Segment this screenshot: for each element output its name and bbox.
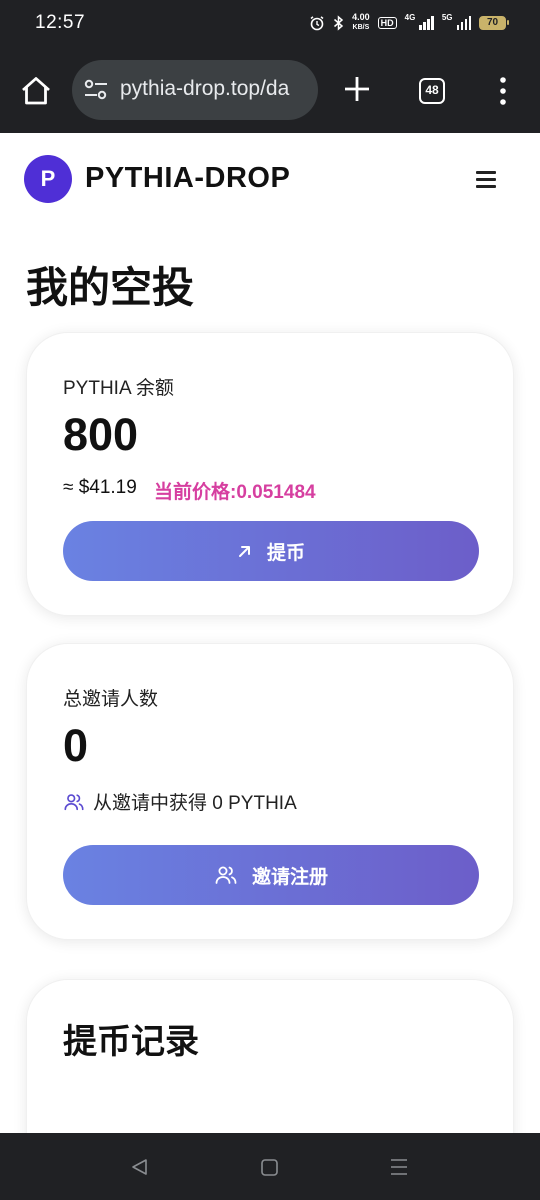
withdraw-button-label: 提币 [266,542,305,564]
browser-toolbar: pythia-drop.top/da 48 [0,46,540,133]
site-header: P PYTHIA-DROP [0,133,540,229]
page-title: 我的空投 [26,264,195,311]
bluetooth-icon [334,14,344,31]
invite-earnings: 从邀请中获得 0 PYTHIA [63,788,297,815]
arrow-up-right-icon [238,546,250,557]
invite-label: 总邀请人数 [63,689,159,710]
tune-icon[interactable] [84,79,108,101]
invite-count: 0 [63,720,89,771]
status-bar: 12:57 4.00 KB/S HD 4G 5G 70 [0,0,540,46]
invite-earnings-text: 从邀请中获得 0 PYTHIA [93,793,297,814]
recents-icon[interactable] [389,1157,409,1177]
back-icon[interactable] [130,1157,150,1177]
network-type-1: 4G [404,13,416,22]
tabs-icon[interactable]: 48 [419,78,445,104]
invite-register-button[interactable]: 邀请注册 [63,845,479,905]
invite-card: 总邀请人数 0 从邀请中获得 0 PYTHIA 邀请注册 [26,643,514,940]
status-icons: 4.00 KB/S HD 4G 5G 70 [309,13,509,32]
brand-name[interactable]: PYTHIA-DROP [85,162,290,195]
plus-icon[interactable] [340,72,374,106]
signal-icon-2 [456,15,471,30]
current-price: 当前价格:0.051484 [154,482,316,503]
logo[interactable]: P [24,155,72,203]
speed-unit: KB/S [352,24,370,31]
invite-register-label: 邀请注册 [251,866,328,888]
balance-value: 800 [63,409,139,460]
battery-icon: 70 [479,15,509,30]
network-speed: 4.00 KB/S [352,13,370,32]
address-bar[interactable]: pythia-drop.top/da [72,60,318,120]
system-nav-bar [0,1133,540,1200]
speed-value: 4.00 [352,12,370,22]
withdraw-button[interactable]: 提币 [63,521,479,581]
home-square-icon[interactable] [260,1158,279,1177]
balance-label: PYTHIA 余额 [63,378,174,399]
withdraw-records-title: 提币记录 [63,1023,199,1061]
url-text: pythia-drop.top/da [120,77,290,100]
home-icon[interactable] [19,74,53,108]
signal-icon [419,15,434,30]
users-icon [64,793,84,810]
hd-badge: HD [377,16,397,29]
more-vert-icon[interactable] [498,76,508,106]
users-icon [215,866,237,884]
usd-value: ≈ $41.19 [63,477,137,498]
network-type-2: 5G [441,13,453,22]
alarm-icon [310,15,324,30]
hamburger-icon[interactable] [476,171,496,189]
balance-card: PYTHIA 余额 800 ≈ $41.19 当前价格:0.051484 提币 [26,332,514,616]
status-time: 12:57 [35,12,86,33]
